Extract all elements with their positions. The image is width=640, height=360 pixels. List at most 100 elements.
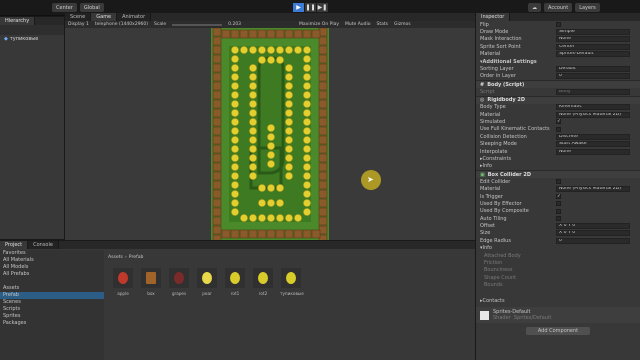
contacts-foldout[interactable]: ▸ Contacts: [476, 297, 640, 304]
tab-animator[interactable]: Animator: [117, 13, 152, 21]
field-value[interactable]: None: [556, 148, 630, 155]
asset-item[interactable]: rot2: [252, 268, 274, 296]
box-collider-header[interactable]: ▣ Box Collider 2D: [476, 170, 640, 179]
field-value[interactable]: Sprites-Default: [556, 51, 630, 58]
crate: [212, 189, 222, 199]
crate: [318, 126, 328, 136]
tab-scene[interactable]: Scene: [65, 13, 92, 21]
coin: [231, 136, 239, 144]
folder-item[interactable]: Packages: [0, 320, 104, 327]
tab-console[interactable]: Console: [28, 241, 59, 249]
coin: [285, 82, 293, 90]
folder-item[interactable]: Sprites: [0, 313, 104, 320]
field-checkbox[interactable]: ✓: [556, 119, 561, 125]
constraints-foldout[interactable]: ▸ Constraints: [476, 155, 640, 162]
field-value[interactable]: Center: [556, 43, 630, 50]
field-value[interactable]: None: [556, 36, 630, 43]
folder-item[interactable]: Prefab: [0, 292, 104, 299]
field-checkbox[interactable]: ✓: [556, 194, 561, 199]
info-foldout[interactable]: ▸ Info: [476, 163, 640, 170]
tab-hierarchy[interactable]: Hierarchy: [0, 17, 36, 25]
asset-item[interactable]: тупиковые: [280, 268, 304, 296]
asset-item[interactable]: pear: [196, 268, 218, 296]
scene-icon: ◆: [4, 36, 8, 42]
field-value[interactable]: Discrete: [556, 133, 630, 140]
field-checkbox[interactable]: [556, 179, 561, 185]
play-button[interactable]: ▶: [293, 3, 304, 12]
crate: [318, 180, 328, 190]
additional-settings-foldout[interactable]: ▾ Additional Settings: [476, 58, 640, 65]
coin: [249, 73, 257, 81]
field-checkbox[interactable]: [556, 208, 561, 214]
coin: [294, 46, 302, 54]
field-value[interactable]: None (Physics Material 2D): [556, 111, 630, 118]
pause-button[interactable]: ❚❚: [305, 3, 316, 12]
pivot-global-button[interactable]: Global: [79, 3, 104, 12]
crate: [248, 29, 258, 39]
field-checkbox[interactable]: [556, 201, 561, 207]
field-value[interactable]: Default: [556, 66, 630, 73]
cloud-icon[interactable]: ☁: [528, 3, 541, 12]
coin: [249, 109, 257, 117]
scale-slider[interactable]: [172, 23, 223, 26]
asset-name: rot1: [230, 291, 240, 296]
folder-item[interactable]: Scenes: [0, 299, 104, 306]
asset-item[interactable]: rot1: [224, 268, 246, 296]
inspector-row: Sorting Layer Default: [476, 65, 640, 73]
crate: [318, 189, 328, 199]
script-field[interactable]: Body: [556, 88, 630, 95]
tab-inspector[interactable]: Inspector: [476, 13, 511, 21]
folder-item[interactable]: Scripts: [0, 306, 104, 313]
field-label: Use Full Kinematic Contacts: [480, 126, 550, 133]
info2-foldout[interactable]: ▾ Info: [476, 245, 640, 252]
breadcrumb-assets[interactable]: Assets: [108, 255, 123, 260]
display-select[interactable]: Display 1: [68, 22, 89, 27]
account-button[interactable]: Account: [544, 3, 573, 12]
field-checkbox[interactable]: [556, 126, 561, 132]
asset-item[interactable]: grapes: [168, 268, 190, 296]
stats-toggle[interactable]: Stats: [377, 22, 389, 27]
breadcrumb-prefab[interactable]: Prefab: [129, 255, 144, 260]
game-canvas[interactable]: [211, 28, 329, 240]
folder-item[interactable]: Favorites: [0, 250, 104, 257]
field-value[interactable]: 0: [556, 237, 630, 244]
folder-item[interactable]: [0, 278, 104, 285]
coin: [267, 56, 275, 64]
maximize-toggle[interactable]: Maximize On Play: [299, 22, 339, 27]
folder-item[interactable]: All Prefabs: [0, 271, 104, 278]
coin: [258, 199, 266, 207]
tab-project[interactable]: Project: [0, 241, 29, 249]
rigidbody-header[interactable]: ◎ Rigidbody 2D: [476, 95, 640, 104]
field-value[interactable]: None (Physics Material 2D): [556, 186, 630, 193]
asset-item[interactable]: apple: [112, 268, 134, 296]
asset-item[interactable]: box: [140, 268, 162, 296]
resolution-select[interactable]: telephone (1440x2960): [95, 22, 148, 27]
hierarchy-search[interactable]: [0, 25, 64, 35]
crate: [212, 162, 222, 172]
field-value[interactable]: X 0 Y 0: [556, 223, 630, 230]
pivot-center-button[interactable]: Center: [52, 3, 77, 12]
hierarchy-item[interactable]: ◆ тупиковые: [0, 35, 64, 43]
gizmos-toggle[interactable]: Gizmos: [394, 22, 411, 27]
layers-button[interactable]: Layers: [575, 3, 600, 12]
field-value[interactable]: Simple: [556, 29, 630, 36]
folder-item[interactable]: Assets: [0, 285, 104, 292]
field-value[interactable]: 0: [556, 73, 630, 80]
folder-item[interactable]: All Models: [0, 264, 104, 271]
field-value[interactable]: Start Awake: [556, 141, 630, 148]
material-preview[interactable]: Sprites-Default Shader Sprites/Default: [476, 307, 640, 324]
coin: [249, 82, 257, 90]
field-value[interactable]: Kinematic: [556, 104, 630, 111]
field-value[interactable]: X 0 Y 0: [556, 230, 630, 237]
tab-game[interactable]: Game: [91, 13, 118, 21]
body-script-header[interactable]: # Body (Script): [476, 80, 640, 89]
inspector-row: Mask Interaction None: [476, 36, 640, 43]
field-checkbox[interactable]: [556, 22, 561, 28]
field-checkbox[interactable]: [556, 216, 561, 222]
coin: [303, 91, 311, 99]
step-button[interactable]: ▶❚: [317, 3, 328, 12]
mute-audio-toggle[interactable]: Mute Audio: [345, 22, 371, 27]
folder-item[interactable]: All Materials: [0, 257, 104, 264]
add-component-button[interactable]: Add Component: [526, 327, 590, 336]
constraints-label: Constraints: [482, 155, 512, 162]
